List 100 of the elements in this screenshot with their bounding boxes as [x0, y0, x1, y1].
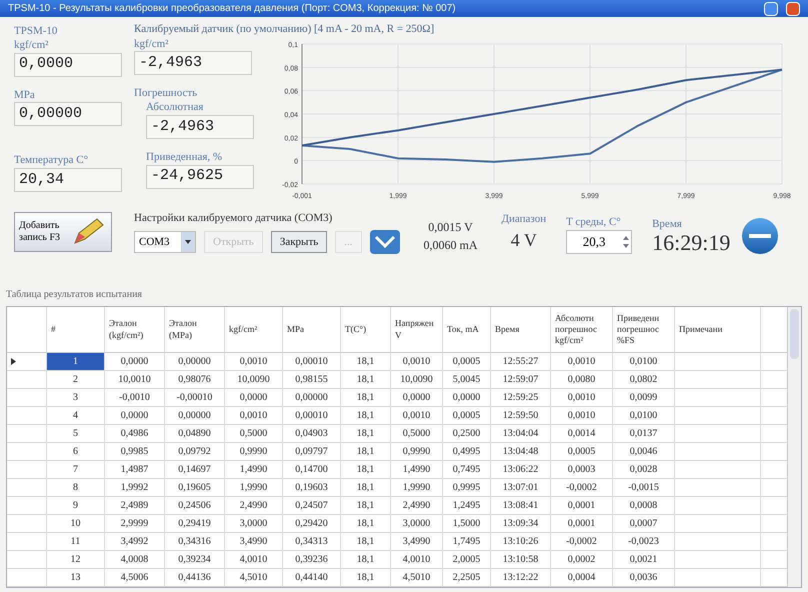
table-cell: 18,1	[341, 551, 391, 568]
table-cell: 18,1	[341, 407, 391, 424]
table-cell: 0,0007	[613, 515, 675, 532]
scrollbar[interactable]	[787, 307, 801, 587]
table-cell: 4,5006	[105, 569, 165, 586]
table-cell: 0,04890	[165, 425, 225, 442]
table-cell: 0,0000	[105, 407, 165, 424]
table-cell: 10,0010	[105, 371, 165, 388]
field-label: Температура C°	[14, 154, 90, 168]
table-cell: 1,4990	[391, 461, 443, 478]
table-cell: 0,5000	[391, 425, 443, 442]
field-label: Диапазон	[502, 213, 546, 227]
column-header[interactable]: #	[47, 307, 105, 352]
window-title: TPSM-10 - Результаты калибровки преобразователя давления (Порт: COM3, Коррекция: № 007)	[8, 2, 457, 16]
table-cell: 0,19605	[165, 479, 225, 496]
settings-title: Настройки калибруемого датчика (COM3)	[134, 210, 334, 226]
table-cell: 0,0010	[225, 353, 283, 370]
table-cell: 9	[47, 497, 105, 514]
table-cell: 0,34316	[165, 533, 225, 550]
table-cell: 4	[47, 407, 105, 424]
table-cell: 0,7495	[443, 461, 491, 478]
table-cell: 4,5010	[225, 569, 283, 586]
column-header[interactable]: Абсолютн погрешнос kgf/cm²	[551, 307, 613, 352]
table-cell: 10,0090	[391, 371, 443, 388]
column-header[interactable]: MPa	[283, 307, 341, 352]
table-cell: 0,9985	[105, 443, 165, 460]
column-header[interactable]: T(C°)	[341, 307, 391, 352]
port-button[interactable]: Закрыть	[270, 231, 328, 253]
minimize-button[interactable]	[764, 2, 778, 16]
table-cell: 0,00010	[283, 353, 341, 370]
table-cell: 0,44136	[165, 569, 225, 586]
table-cell: 0,14700	[283, 461, 341, 478]
table-cell: 2,2505	[443, 569, 491, 586]
table-cell: 12:59:25	[491, 389, 551, 406]
value-field[interactable]: -2,4963	[134, 51, 252, 76]
table-cell: 2,0005	[443, 551, 491, 568]
table-cell: -0,0002	[551, 479, 613, 496]
table-cell: 13:04:04	[491, 425, 551, 442]
port-select[interactable]: COM3	[134, 231, 196, 253]
table-cell: 0,9995	[443, 479, 491, 496]
minus-button[interactable]	[742, 218, 778, 254]
table-cell: 0,0100	[613, 353, 675, 370]
chevron-down-button[interactable]	[370, 230, 400, 254]
table-cell: 13:04:48	[491, 443, 551, 460]
value-field[interactable]: -24,9625	[146, 164, 254, 188]
table-cell: 0,0000	[105, 353, 165, 370]
close-button[interactable]	[786, 2, 800, 16]
column-header[interactable]: Эталон (kgf/cm²)	[105, 307, 165, 352]
table-cell: 6	[47, 443, 105, 460]
add-record-button[interactable]: Добавить запись F3	[14, 212, 112, 252]
table-cell: 18,1	[341, 389, 391, 406]
table-cell: -0,0023	[613, 533, 675, 550]
table-cell: 0,00000	[283, 389, 341, 406]
table-cell: 0,00000	[165, 407, 225, 424]
table-cell: 10,0090	[225, 371, 283, 388]
table-cell: 12:59:07	[491, 371, 551, 388]
table-cell: 12:55:27	[491, 353, 551, 370]
table-cell: 12:59:50	[491, 407, 551, 424]
panel-title: TPSM-10	[14, 25, 58, 39]
table-cell: 8	[47, 479, 105, 496]
column-header[interactable]: Приведенн погрешнос %FS	[613, 307, 675, 352]
table-cell: 0,19603	[283, 479, 341, 496]
column-header[interactable]: Эталон (MPa)	[165, 307, 225, 352]
table-cell: 18,1	[341, 497, 391, 514]
column-header[interactable]: Ток, mA	[443, 307, 491, 352]
value-field[interactable]: 20,34	[14, 168, 122, 192]
table-cell: 0,0010	[551, 407, 613, 424]
column-header[interactable]: Примечани	[675, 307, 761, 352]
table-cell: 3,0000	[391, 515, 443, 532]
table-cell: 1	[47, 353, 105, 370]
column-header[interactable]: Напряжен V	[391, 307, 443, 352]
table-cell: 18,1	[341, 425, 391, 442]
column-header[interactable]: kgf/cm²	[225, 307, 283, 352]
value-field[interactable]: 0,0000	[14, 52, 122, 76]
table-cell: 3,4992	[105, 533, 165, 550]
field-label: Абсолютная	[146, 101, 204, 115]
table-cell: 0,24506	[165, 497, 225, 514]
value-field[interactable]: 0,00000	[14, 102, 122, 126]
table-cell: 13:12:22	[491, 569, 551, 586]
table-cell: 13:07:01	[491, 479, 551, 496]
column-header[interactable]: Время	[491, 307, 551, 352]
table-cell: 0,04903	[283, 425, 341, 442]
table-cell: 0,2500	[443, 425, 491, 442]
table-cell: 0,0137	[613, 425, 675, 442]
field-label: kgf/cm²	[14, 38, 50, 52]
table-cell: 0,0000	[225, 389, 283, 406]
temperature-spinner[interactable]: 20,3	[566, 230, 632, 254]
table-cell: 4,5010	[391, 569, 443, 586]
table-cell: 0,0005	[443, 407, 491, 424]
table-cell: -0,00010	[165, 389, 225, 406]
table-cell: 2,9999	[105, 515, 165, 532]
table-cell: 13:06:22	[491, 461, 551, 478]
table-cell: 0,4986	[105, 425, 165, 442]
table-cell: 0,09797	[283, 443, 341, 460]
table-cell: 18,1	[341, 371, 391, 388]
table-cell: 1,9992	[105, 479, 165, 496]
table-cell: 0,0005	[551, 443, 613, 460]
value-field[interactable]: -2,4963	[146, 114, 254, 139]
table-cell: 5	[47, 425, 105, 442]
chevron-down-icon	[374, 235, 396, 249]
